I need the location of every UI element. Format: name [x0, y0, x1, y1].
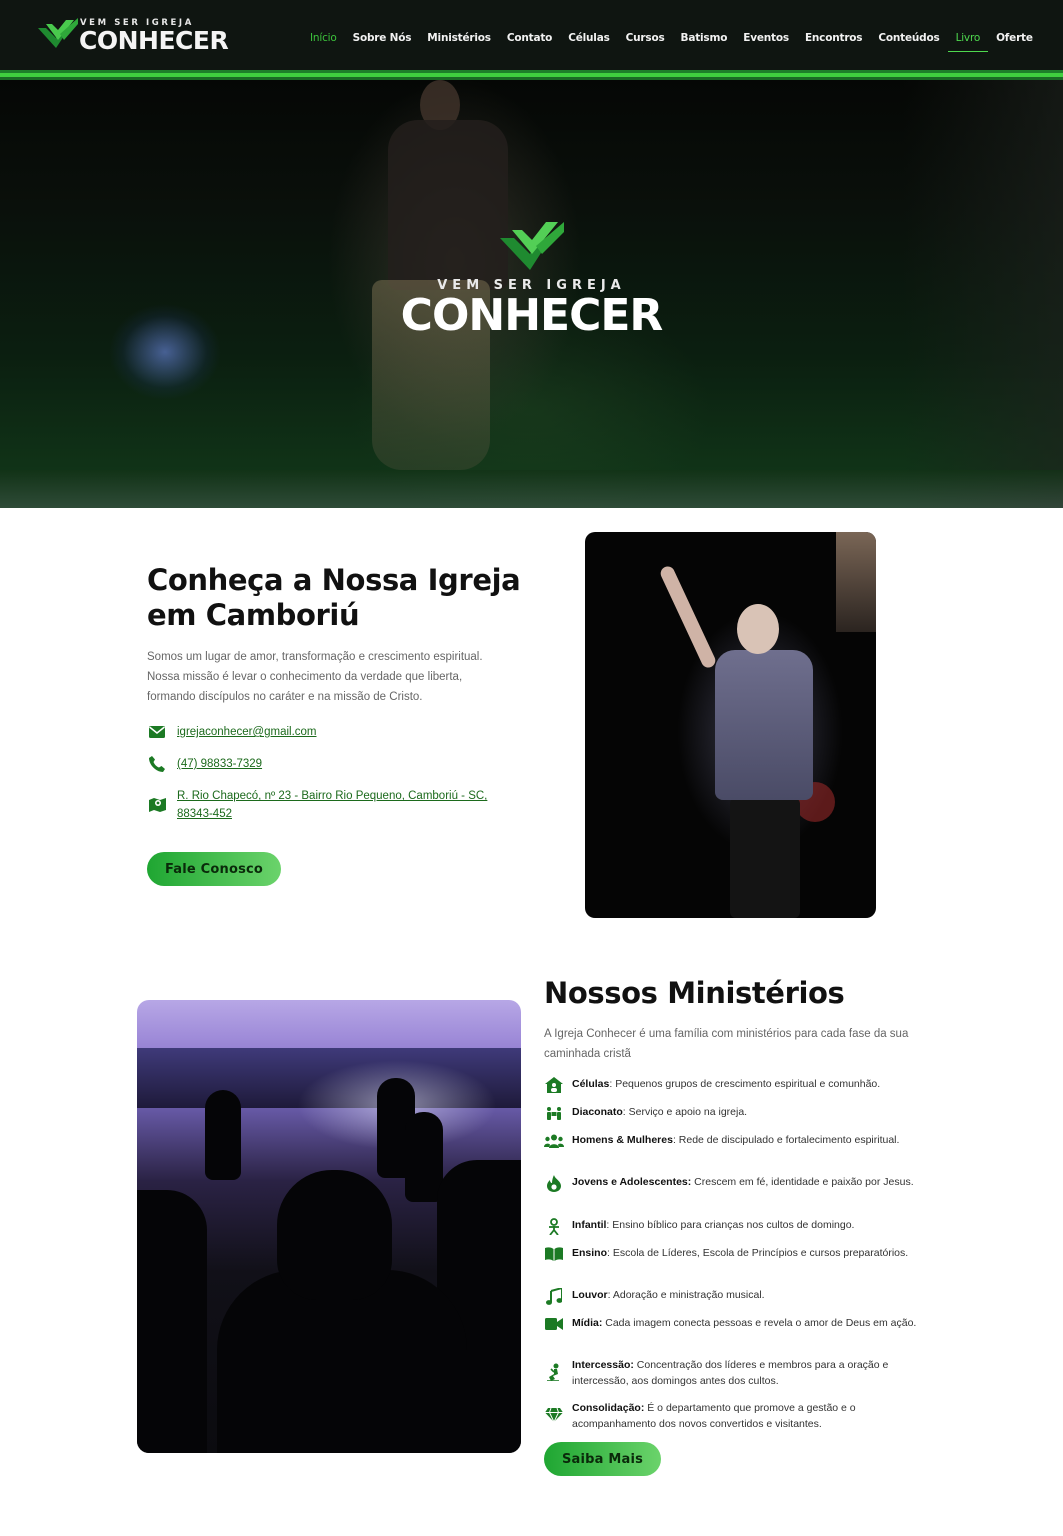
ministry-item-diaconato: Diaconato: Serviço e apoio na igreja. [544, 1105, 924, 1123]
gem-icon [544, 1405, 564, 1425]
house-people-icon [544, 1075, 564, 1095]
nav-ministerios[interactable]: Ministérios [419, 26, 499, 51]
envelope-icon [147, 723, 167, 741]
nav-inicio[interactable]: Início [302, 26, 345, 51]
ministry-item-consolidacao: Consolidação: É o departamento que promo… [544, 1401, 924, 1432]
ministry-item-louvor: Louvor: Adoração e ministração musical. [544, 1286, 924, 1306]
ministry-name: Louvor [572, 1289, 608, 1301]
saiba-mais-button[interactable]: Saiba Mais [544, 1442, 661, 1476]
ministry-name: Diaconato [572, 1106, 623, 1118]
ministries-title: Nossos Ministérios [544, 976, 845, 1010]
phone-link[interactable]: (47) 98833-7329 [177, 755, 262, 773]
contact-address: R. Rio Chapecó, nº 23 - Bairro Rio Peque… [147, 787, 517, 823]
logo-wordmark: CONHECER [79, 26, 229, 55]
ministry-item-homens-mulheres: Homens & Mulheres: Rede de discipulado e… [544, 1133, 924, 1151]
ministries-intro: A Igreja Conhecer é uma família com mini… [544, 1028, 909, 1060]
ministry-desc: : Adoração e ministração musical. [607, 1289, 765, 1301]
phone-icon [147, 755, 167, 773]
nav-sobre-nos[interactable]: Sobre Nós [345, 26, 420, 51]
users-icon [544, 1131, 564, 1151]
ministry-name: Mídia: [572, 1317, 603, 1329]
header-stripe [0, 70, 1063, 80]
worship-photo [137, 1000, 521, 1453]
contact-email: igrejaconhecer@gmail.com [147, 723, 317, 741]
hero-logo: VEM SER IGREJA CONHECER [0, 220, 1063, 339]
address-link[interactable]: R. Rio Chapecó, nº 23 - Bairro Rio Peque… [177, 787, 507, 823]
ministry-name: Homens & Mulheres [572, 1134, 673, 1146]
contact-phone: (47) 98833-7329 [147, 755, 262, 773]
logo-mark-icon [38, 18, 78, 48]
ministry-desc: : Rede de discipulado e fortalecimento e… [672, 1134, 900, 1146]
people-carry-icon [544, 1103, 564, 1123]
hero-stage-floor [0, 470, 1063, 508]
nav-encontros[interactable]: Encontros [797, 26, 870, 51]
nav-conteudos[interactable]: Conteúdos [870, 26, 947, 51]
ministry-item-infantil: Infantil: Ensino bíblico para crianças n… [544, 1216, 924, 1236]
pastor-photo-head [737, 604, 779, 654]
worship-photo-silhouette [137, 1190, 207, 1453]
ministry-name: Intercessão: [572, 1359, 634, 1371]
pastor-photo-torso [715, 650, 813, 800]
nav-contato[interactable]: Contato [499, 26, 560, 51]
book-open-icon [544, 1244, 564, 1264]
hero-logo-wordmark: CONHECER [400, 290, 664, 341]
ministry-name: Jovens e Adolescentes: [572, 1176, 692, 1188]
map-marker-icon [147, 795, 167, 813]
site-header: VEM SER IGREJA CONHECER Início Sobre Nós… [0, 0, 1063, 70]
ministry-desc: : Escola de Líderes, Escola de Princípio… [607, 1247, 909, 1259]
email-link[interactable]: igrejaconhecer@gmail.com [177, 723, 317, 741]
ministry-item-intercessao: Intercessão: Concentração dos líderes e … [544, 1358, 924, 1389]
main-nav: Início Sobre Nós Ministérios Contato Cél… [302, 26, 1041, 52]
ministry-desc: Crescem em fé, identidade e paixão por J… [691, 1176, 914, 1188]
fale-conosco-button[interactable]: Fale Conosco [147, 852, 281, 886]
ministry-name: Infantil [572, 1219, 607, 1231]
fire-icon [544, 1173, 564, 1193]
worship-photo-hand [405, 1112, 443, 1202]
music-icon [544, 1286, 564, 1306]
ministry-desc: Cada imagem conecta pessoas e revela o a… [602, 1317, 917, 1329]
ministry-item-celulas: Células: Pequenos grupos de crescimento … [544, 1077, 924, 1095]
ministry-desc: : Ensino bíblico para crianças nos culto… [606, 1219, 855, 1231]
hero-banner: VEM SER IGREJA CONHECER [0, 80, 1063, 508]
nav-oferte[interactable]: Oferte [988, 26, 1041, 51]
video-icon [544, 1314, 564, 1334]
nav-cursos[interactable]: Cursos [618, 26, 673, 51]
ministry-item-midia: Mídia: Cada imagem conecta pessoas e rev… [544, 1316, 924, 1334]
nav-batismo[interactable]: Batismo [673, 26, 736, 51]
about-title: Conheça a Nossa Igreja em Camboriú [147, 563, 521, 632]
child-icon [544, 1216, 564, 1236]
site-logo[interactable]: VEM SER IGREJA CONHECER [38, 14, 238, 58]
worship-photo-silhouette [277, 1170, 392, 1300]
pastor-photo-curtain [836, 532, 876, 632]
ministry-desc: : Pequenos grupos de crescimento espirit… [609, 1078, 881, 1090]
ministry-name: Consolidação: [572, 1402, 645, 1414]
about-description: Somos um lugar de amor, transformação e … [147, 651, 483, 703]
praying-icon [544, 1362, 564, 1382]
hero-logo-mark-icon [499, 222, 564, 270]
pastor-photo-arm [658, 564, 718, 670]
ministry-item-ensino: Ensino: Escola de Líderes, Escola de Pri… [544, 1246, 924, 1264]
ministry-name: Ensino [572, 1247, 608, 1259]
ministry-desc: : Serviço e apoio na igreja. [622, 1106, 748, 1118]
worship-photo-hand [205, 1090, 241, 1180]
ministry-item-jovens: Jovens e Adolescentes: Crescem em fé, id… [544, 1173, 924, 1193]
pastor-photo-legs [730, 798, 800, 918]
nav-livro[interactable]: Livro [947, 26, 989, 52]
ministry-name: Células [572, 1078, 610, 1090]
nav-eventos[interactable]: Eventos [735, 26, 797, 51]
nav-celulas[interactable]: Células [560, 26, 617, 51]
pastor-photo [585, 532, 876, 918]
